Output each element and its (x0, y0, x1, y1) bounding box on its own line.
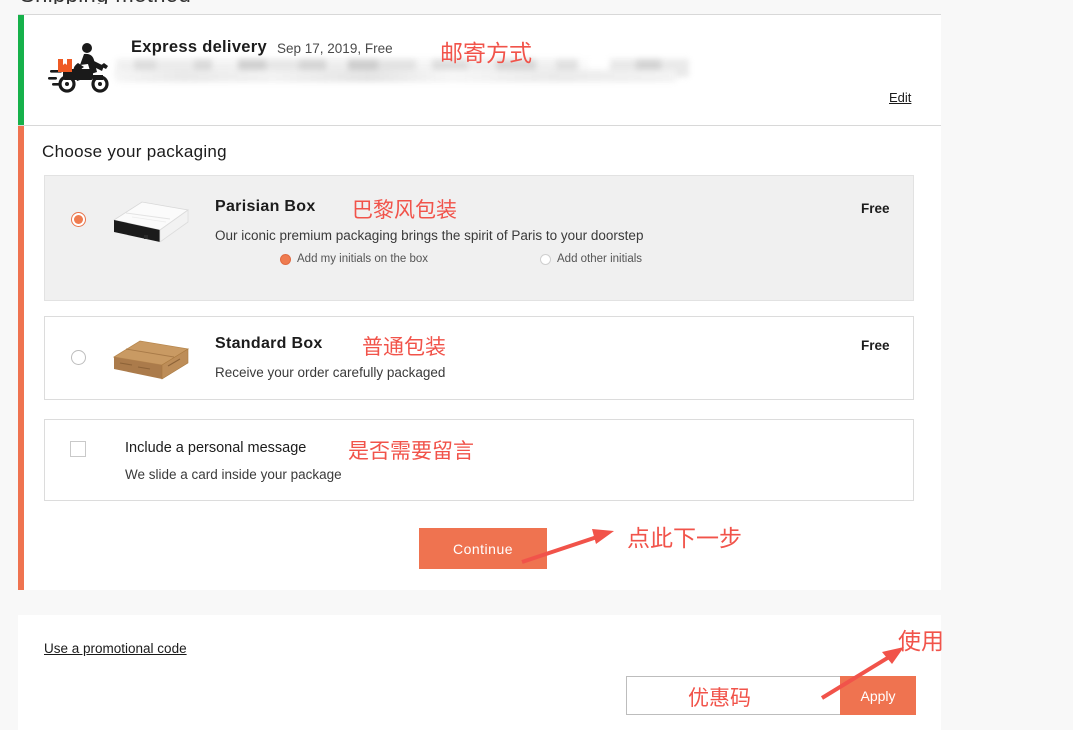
page-title-clipped: Shipping method (20, 0, 420, 4)
brown-cardboard-box-image (110, 333, 192, 385)
standard-box-name: Standard Box (215, 335, 323, 353)
personal-message-title: Include a personal message (125, 440, 306, 456)
label-add-other-initials: Add other initials (557, 253, 642, 265)
delivery-method-title: Express delivery (131, 38, 267, 57)
apply-promo-button[interactable]: Apply (840, 676, 916, 715)
packaging-section-title: Choose your packaging (42, 142, 227, 162)
radio-add-my-initials[interactable] (280, 254, 291, 265)
continue-button[interactable]: Continue (419, 528, 547, 569)
annotation-use-it: 使用 (898, 622, 944, 656)
package-badge-icon (58, 59, 72, 72)
delivery-address-redacted-line2 (116, 70, 676, 82)
standard-box-description: Receive your order carefully packaged (215, 365, 445, 380)
delivery-method-meta: Sep 17, 2019, Free (277, 41, 393, 56)
parisian-box-price: Free (861, 201, 890, 216)
radio-parisian-box[interactable] (71, 212, 86, 227)
scooter-delivery-icon (48, 42, 114, 94)
annotation-need-message: 是否需要留言 (348, 435, 474, 465)
annotation-standard-style: 普通包装 (362, 331, 446, 361)
checkbox-personal-message[interactable] (70, 441, 86, 457)
parisian-box-description: Our iconic premium packaging brings the … (215, 228, 643, 243)
parisian-box-name: Parisian Box (215, 198, 316, 216)
delivery-status-rail (18, 15, 24, 125)
annotation-click-next: 点此下一步 (627, 519, 742, 553)
standard-box-price: Free (861, 338, 890, 353)
packaging-active-rail (18, 126, 24, 590)
annotation-parisian-style: 巴黎风包装 (352, 194, 457, 224)
personal-message-option[interactable] (44, 419, 914, 501)
edit-delivery-link[interactable]: Edit (889, 90, 911, 105)
annotation-shipping-method: 邮寄方式 (440, 34, 532, 68)
checkout-page: Shipping method Express delivery Sep 17, (0, 0, 1073, 730)
annotation-promo-code: 优惠码 (688, 682, 751, 712)
radio-add-other-initials[interactable] (540, 254, 551, 265)
personal-message-description: We slide a card inside your package (125, 467, 342, 482)
radio-standard-box[interactable] (71, 350, 86, 365)
use-promotional-code-link[interactable]: Use a promotional code (44, 641, 187, 656)
white-premium-box-image (108, 192, 192, 248)
label-add-my-initials: Add my initials on the box (297, 253, 428, 265)
